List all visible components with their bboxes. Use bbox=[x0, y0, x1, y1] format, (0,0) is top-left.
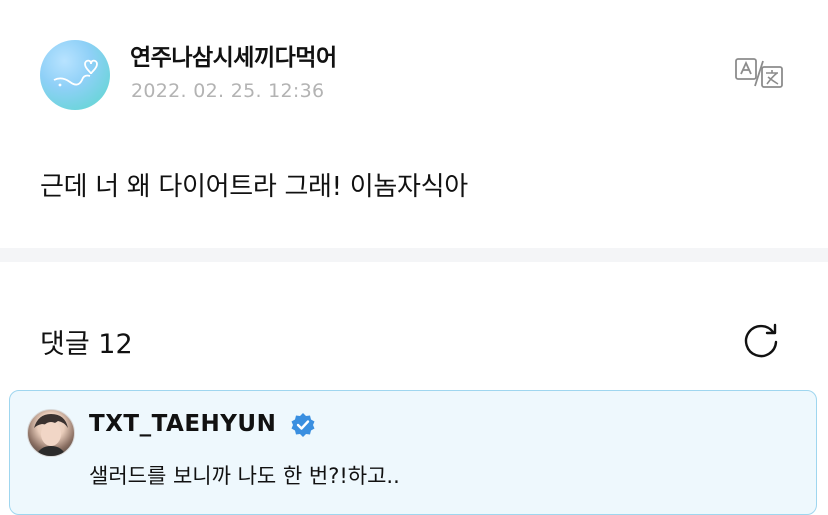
comments-count: 12 bbox=[98, 329, 133, 360]
avatar-heart-icon bbox=[53, 59, 98, 87]
comments-label: 댓글 bbox=[40, 329, 90, 360]
highlighted-comment[interactable] bbox=[9, 390, 817, 515]
post-date: 2022. 02. 25. 12:36 bbox=[131, 80, 325, 102]
post-card: 연주나삼시세끼다먹어 2022. 02. 25. 12:36 근데 너 왜 다이… bbox=[0, 0, 828, 248]
commenter-name[interactable]: TXT_TAEHYUN bbox=[89, 411, 276, 437]
author-avatar[interactable] bbox=[40, 40, 110, 110]
post-body: 근데 너 왜 다이어트라 그래! 이놈자식아 bbox=[40, 172, 468, 202]
comment-text: 샐러드를 보니까 나도 한 번?!하고.. bbox=[89, 464, 400, 488]
translate-icon[interactable] bbox=[734, 57, 786, 89]
refresh-icon[interactable] bbox=[740, 320, 782, 360]
comments-header: 댓글 12 bbox=[40, 322, 133, 361]
section-divider bbox=[0, 248, 828, 262]
verified-badge-icon bbox=[290, 412, 316, 438]
author-name[interactable]: 연주나삼시세끼다먹어 bbox=[130, 38, 337, 72]
commenter-avatar[interactable] bbox=[27, 409, 75, 457]
